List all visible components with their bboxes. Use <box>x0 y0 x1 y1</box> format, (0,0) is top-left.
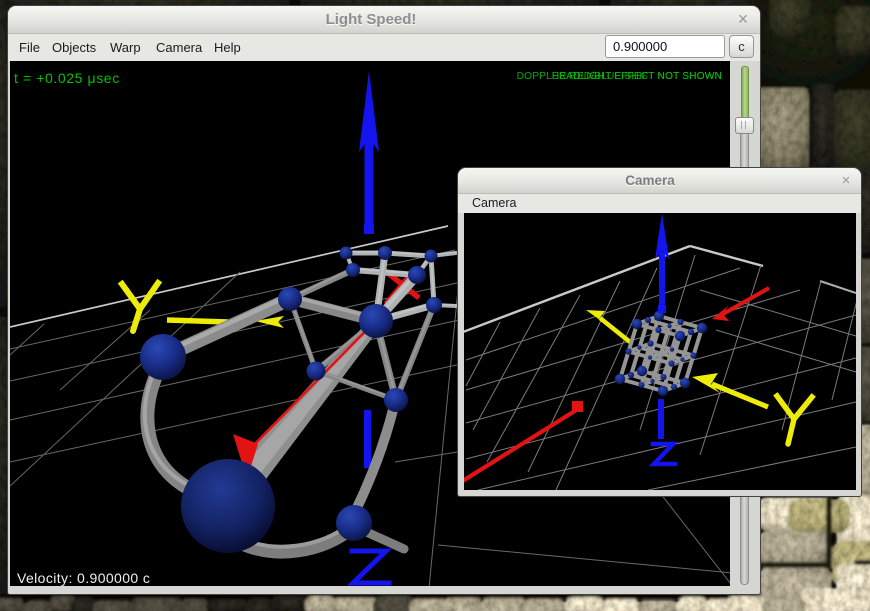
svg-text:t = +0.025 μsec: t = +0.025 μsec <box>14 70 120 86</box>
svg-text:Velocity: 0.900000 c: Velocity: 0.900000 c <box>17 570 150 586</box>
svg-text:HEADLIGHT EFFECT NOT SHOWN: HEADLIGHT EFFECT NOT SHOWN <box>552 71 722 82</box>
